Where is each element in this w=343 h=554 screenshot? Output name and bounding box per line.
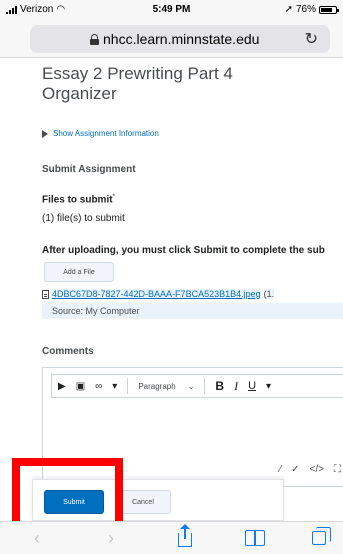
- italic-button[interactable]: I: [234, 379, 238, 394]
- toolbar-divider: [127, 378, 129, 394]
- file-source: Source: My Computer: [42, 303, 343, 319]
- reload-icon[interactable]: ↻: [305, 29, 318, 49]
- back-icon[interactable]: ‹: [34, 528, 40, 549]
- location-arrow-icon: ➚: [284, 4, 293, 15]
- format-more-dropdown-icon[interactable]: ▾: [266, 381, 271, 392]
- bold-button[interactable]: B: [215, 379, 224, 393]
- tabs-icon[interactable]: [312, 527, 331, 545]
- address-bar: nhcc.learn.minnstate.edu ↻: [0, 20, 343, 58]
- share-icon-head: [180, 524, 190, 529]
- status-right: ➚ 76%: [284, 4, 339, 15]
- comments-editor[interactable]: ▶ ▣ ∞ ▾ Paragraph ⌄ B I U ▾ ∕ ✓ </> ⛶: [42, 367, 343, 487]
- files-to-submit-label: Files to submit*: [42, 194, 115, 205]
- bookmarks-icon[interactable]: [245, 530, 265, 546]
- source-code-icon[interactable]: </>: [310, 464, 324, 475]
- show-info-label: Show Assignment Information: [53, 129, 159, 138]
- toolbar-divider: [204, 378, 206, 394]
- url-text: nhcc.learn.minnstate.edu: [103, 31, 260, 47]
- insert-video-icon[interactable]: ▶: [58, 381, 66, 392]
- editor-bottom-tools: ∕ ✓ </> ⛶: [279, 464, 341, 475]
- file-size: (1.: [263, 289, 275, 299]
- cancel-button[interactable]: Cancel: [115, 490, 171, 514]
- show-assignment-info-link[interactable]: Show Assignment Information: [42, 129, 159, 138]
- url-field[interactable]: nhcc.learn.minnstate.edu ↻: [30, 25, 330, 53]
- insert-more-dropdown-icon[interactable]: ▾: [112, 381, 117, 392]
- submit-assignment-heading: Submit Assignment: [42, 164, 136, 175]
- paragraph-format-select[interactable]: Paragraph ⌄: [138, 382, 194, 391]
- browser-toolbar: ‹ ›: [0, 521, 343, 554]
- upload-notice: After uploading, you must click Submit t…: [42, 245, 325, 256]
- disclosure-triangle-icon: [42, 129, 48, 138]
- spellcheck-icon[interactable]: ✓: [291, 464, 299, 475]
- insert-link-icon[interactable]: ∞: [95, 381, 102, 392]
- submit-action-bar: Submit Cancel: [32, 479, 284, 521]
- required-marker: *: [112, 194, 115, 200]
- underline-button[interactable]: U: [248, 380, 256, 392]
- uploaded-file-row: 4DBC67D8-7827-442D-BAAA-F7BCA523B1B4.jpe…: [42, 289, 343, 299]
- files-count: (1) file(s) to submit: [42, 213, 125, 224]
- battery-icon: [319, 5, 339, 14]
- status-bar: Verizon ◠ 5:49 PM ➚ 76%: [0, 0, 343, 20]
- submit-button[interactable]: Submit: [44, 490, 104, 514]
- comments-label: Comments: [42, 346, 94, 357]
- page-title: Essay 2 Prewriting Part 4 Organizer: [42, 64, 233, 103]
- file-icon: [42, 289, 49, 299]
- file-name-link[interactable]: 4DBC67D8-7827-442D-BAAA-F7BCA523B1B4.jpe…: [52, 289, 261, 299]
- files-label-text: Files to submit: [42, 194, 113, 206]
- paragraph-format-value: Paragraph: [138, 381, 176, 391]
- add-file-button[interactable]: Add a File: [44, 262, 114, 282]
- battery-percent: 76%: [295, 4, 316, 15]
- forward-icon[interactable]: ›: [108, 528, 114, 549]
- insert-image-icon[interactable]: ▣: [76, 381, 85, 392]
- fullscreen-icon[interactable]: ⛶: [334, 464, 341, 475]
- url-display: nhcc.learn.minnstate.edu: [90, 31, 259, 47]
- editor-toolbar: ▶ ▣ ∞ ▾ Paragraph ⌄ B I U ▾: [51, 374, 343, 398]
- chevron-down-icon: ⌄: [187, 381, 195, 391]
- lock-icon: [90, 33, 99, 45]
- equation-icon[interactable]: ∕: [279, 464, 281, 475]
